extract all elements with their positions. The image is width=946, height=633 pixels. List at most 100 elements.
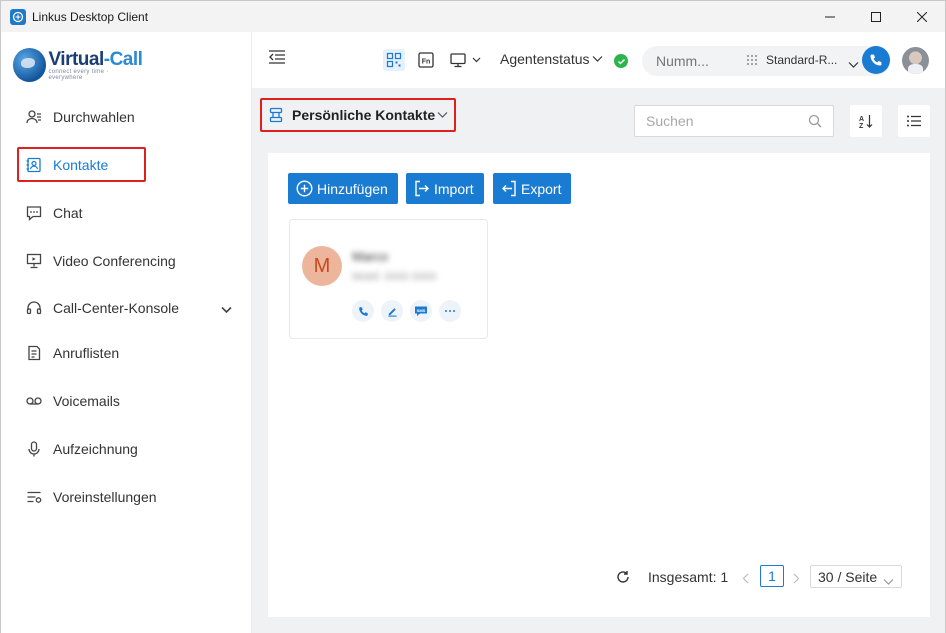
total-count: Insgesamt: 1 bbox=[648, 569, 729, 585]
minimize-button[interactable] bbox=[807, 1, 853, 32]
brand-name-part2: -Call bbox=[103, 49, 143, 70]
chevron-down-icon bbox=[437, 112, 448, 118]
contact-list-label: Persönliche Kontakte bbox=[292, 107, 436, 123]
maximize-button[interactable] bbox=[853, 1, 899, 32]
chevron-down-icon[interactable] bbox=[221, 301, 232, 317]
list-icon bbox=[907, 115, 921, 127]
chevron-down-icon bbox=[592, 56, 602, 62]
sidebar-item-label: Chat bbox=[53, 205, 83, 221]
main-area: Fn Agentenstatus Standard-R... bbox=[252, 32, 945, 633]
microphone-icon bbox=[25, 440, 43, 458]
video-conference-icon bbox=[25, 252, 43, 270]
add-contact-button[interactable]: Hinzufügen bbox=[288, 173, 398, 204]
sidebar-item-label: Call-Center-Konsole bbox=[53, 300, 180, 316]
list-view-button[interactable] bbox=[898, 105, 930, 137]
highlight-box bbox=[17, 147, 146, 182]
phone-icon bbox=[358, 306, 368, 316]
app-icon bbox=[10, 8, 26, 25]
app-window: Linkus Desktop Client Virtual-Call conne… bbox=[0, 0, 946, 633]
dial-bar: Standard-R... bbox=[642, 46, 890, 76]
top-header: Fn Agentenstatus Standard-R... bbox=[252, 32, 945, 88]
sidebar-item-label: Voicemails bbox=[53, 393, 120, 409]
sidebar-item-label: Video Conferencing bbox=[53, 253, 176, 269]
chat-icon bbox=[25, 204, 43, 222]
contact-card[interactable]: M Marco Mobil: 0000 0000 SMS bbox=[289, 219, 488, 339]
call-contact-button[interactable] bbox=[352, 300, 374, 322]
add-contact-label: Hinzufügen bbox=[317, 180, 388, 197]
sms-icon: SMS bbox=[415, 306, 427, 316]
export-button[interactable]: Export bbox=[493, 173, 572, 204]
window-title: Linkus Desktop Client bbox=[32, 9, 149, 24]
search-box bbox=[634, 105, 834, 137]
contact-book-icon bbox=[269, 107, 283, 123]
sms-contact-button[interactable]: SMS bbox=[410, 300, 432, 322]
function-key-icon[interactable]: Fn bbox=[415, 49, 437, 71]
search-icon[interactable] bbox=[808, 114, 822, 133]
dialpad-icon[interactable] bbox=[746, 54, 758, 72]
page-number-button[interactable]: 1 bbox=[760, 565, 784, 587]
chevron-down-icon bbox=[883, 573, 894, 589]
voicemail-icon bbox=[25, 392, 43, 410]
call-button[interactable] bbox=[862, 46, 890, 74]
call-log-icon bbox=[25, 344, 43, 362]
route-selector[interactable]: Standard-R... bbox=[766, 53, 837, 67]
chevron-right-icon[interactable] bbox=[792, 571, 800, 589]
chevron-left-icon[interactable] bbox=[742, 571, 750, 589]
edit-contact-button[interactable] bbox=[381, 300, 403, 322]
title-bar: Linkus Desktop Client bbox=[1, 1, 945, 32]
sidebar-item-chat[interactable]: Chat bbox=[1, 195, 252, 231]
more-icon bbox=[445, 310, 455, 312]
svg-text:Fn: Fn bbox=[422, 59, 431, 66]
export-label: Export bbox=[521, 180, 562, 197]
sidebar-item-durchwahlen[interactable]: Durchwahlen bbox=[1, 99, 252, 135]
contact-name: Marco bbox=[352, 249, 389, 264]
close-button[interactable] bbox=[899, 1, 945, 32]
maximize-icon bbox=[871, 11, 881, 22]
number-input[interactable] bbox=[656, 53, 740, 69]
sidebar-item-anruflisten[interactable]: Anruflisten bbox=[1, 335, 252, 371]
svg-text:A: A bbox=[859, 116, 864, 123]
status-online-icon bbox=[614, 54, 628, 68]
close-icon bbox=[917, 11, 927, 22]
collapse-menu-icon[interactable] bbox=[268, 49, 286, 70]
minimize-icon bbox=[825, 16, 835, 17]
import-icon bbox=[414, 180, 430, 197]
plus-circle-icon bbox=[296, 180, 313, 197]
search-input[interactable] bbox=[635, 106, 795, 136]
agent-status-label: Agentenstatus bbox=[500, 51, 590, 67]
svg-text:Z: Z bbox=[859, 123, 864, 129]
sidebar-item-label: Voreinstellungen bbox=[53, 489, 157, 505]
sidebar-item-voicemails[interactable]: Voicemails bbox=[1, 383, 252, 419]
sidebar-item-label: Aufzeichnung bbox=[53, 441, 138, 457]
extension-icon bbox=[25, 108, 43, 126]
page-size-select[interactable]: 30 / Seite bbox=[810, 565, 902, 588]
sidebar-item-aufzeichnung[interactable]: Aufzeichnung bbox=[1, 431, 252, 467]
headset-icon bbox=[25, 299, 43, 317]
sidebar-item-voreinstellungen[interactable]: Voreinstellungen bbox=[1, 479, 252, 515]
sidebar-item-video-conferencing[interactable]: Video Conferencing bbox=[1, 243, 252, 279]
contacts-panel: Hinzufügen Import Export M Marco Mobil: … bbox=[268, 153, 930, 617]
export-icon bbox=[501, 180, 517, 197]
import-button[interactable]: Import bbox=[406, 173, 484, 204]
sidebar-item-label: Anruflisten bbox=[53, 345, 120, 361]
sidebar-item-call-center-konsole[interactable]: Call-Center-Konsole bbox=[1, 290, 252, 326]
sort-button[interactable]: AZ bbox=[850, 105, 882, 137]
pencil-icon bbox=[387, 307, 397, 317]
contact-avatar: M bbox=[302, 246, 342, 286]
contact-info: Mobil: 0000 0000 bbox=[352, 271, 437, 283]
refresh-icon[interactable] bbox=[616, 570, 630, 589]
globe-icon bbox=[13, 48, 47, 82]
qr-code-icon[interactable] bbox=[383, 49, 405, 71]
sidebar: Virtual-Call connect every time · everyw… bbox=[1, 32, 252, 633]
brand-name-part1: Virtual bbox=[48, 49, 104, 70]
user-avatar[interactable] bbox=[902, 47, 929, 74]
contact-list-selector[interactable]: Persönliche Kontakte bbox=[260, 98, 456, 132]
sidebar-item-label: Durchwahlen bbox=[53, 109, 135, 125]
chevron-down-icon[interactable] bbox=[848, 56, 859, 74]
more-actions-button[interactable] bbox=[439, 300, 461, 322]
agent-status-dropdown[interactable]: Agentenstatus bbox=[500, 51, 603, 67]
sort-az-icon: AZ bbox=[859, 115, 873, 129]
svg-text:SMS: SMS bbox=[417, 308, 426, 313]
pagination: Insgesamt: 1 1 30 / Seite bbox=[268, 564, 930, 590]
monitor-dropdown-icon[interactable] bbox=[448, 49, 484, 71]
